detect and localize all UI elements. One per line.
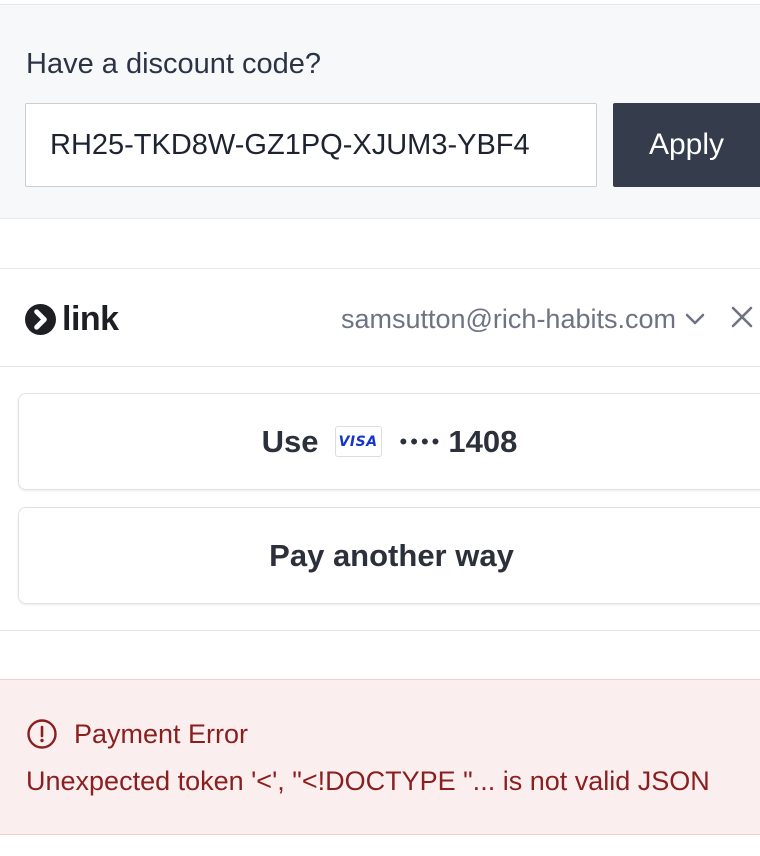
link-email: samsutton@rich-habits.com bbox=[340, 303, 676, 334]
error-message: Unexpected token '<', "<!DOCTYPE "... is… bbox=[26, 766, 710, 796]
use-saved-card-button[interactable]: Use VISA •••• 1408 bbox=[18, 393, 760, 490]
alert-circle-icon bbox=[27, 719, 57, 749]
apply-button[interactable]: Apply bbox=[613, 103, 760, 187]
payment-options: Use VISA •••• 1408 Pay another way bbox=[0, 367, 760, 631]
link-header: link samsutton@rich-habits.com bbox=[0, 268, 760, 367]
chevron-down-icon bbox=[685, 313, 705, 325]
pay-another-way-button[interactable]: Pay another way bbox=[18, 507, 760, 604]
discount-section: Have a discount code? Apply bbox=[0, 4, 760, 219]
link-logo-icon bbox=[25, 303, 56, 335]
link-logo-text: link bbox=[62, 300, 119, 338]
visa-card-icon: VISA bbox=[334, 426, 382, 457]
error-title: Payment Error bbox=[74, 718, 249, 749]
payment-error-banner: Payment Error Unexpected token '<', "<!D… bbox=[0, 679, 760, 835]
use-label: Use bbox=[261, 423, 319, 459]
discount-code-input[interactable] bbox=[25, 103, 597, 187]
use-saved-card-content: Use VISA •••• 1408 bbox=[262, 424, 536, 460]
link-logo: link bbox=[25, 301, 119, 337]
error-title-row: Payment Error bbox=[26, 718, 248, 750]
card-last4: 1408 bbox=[448, 423, 518, 459]
link-email-dropdown[interactable]: samsutton@rich-habits.com bbox=[341, 301, 706, 337]
close-link-button[interactable] bbox=[730, 305, 760, 335]
pay-another-way-label: Pay another way bbox=[269, 537, 514, 573]
visa-brand-text: VISA bbox=[338, 433, 378, 450]
close-icon bbox=[731, 306, 753, 328]
discount-heading: Have a discount code? bbox=[26, 48, 322, 80]
card-mask-dots: •••• bbox=[399, 428, 443, 454]
